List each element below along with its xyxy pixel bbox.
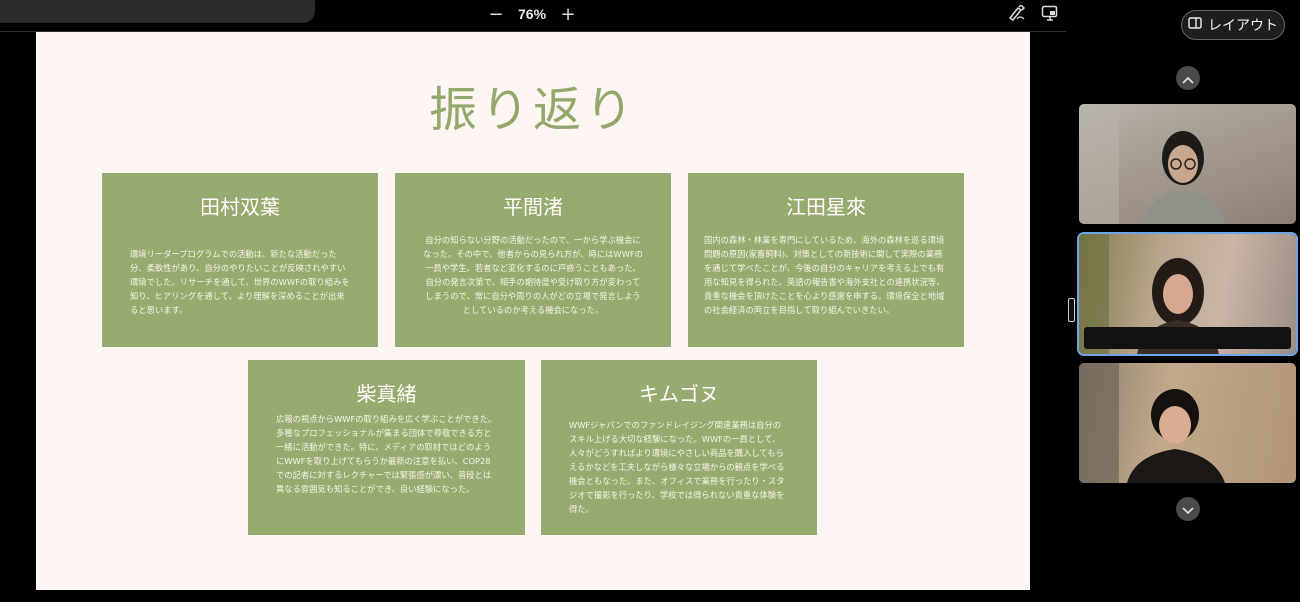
participant-tile[interactable] xyxy=(1079,104,1296,224)
member-comment: 国内の森林・林業を専門にしているため、海外の森林を巡る環境問題の原因(家畜飼料)… xyxy=(704,235,945,315)
zoom-in-button[interactable]: + xyxy=(560,4,576,25)
zoom-out-button[interactable]: − xyxy=(488,4,504,25)
scroll-up-button[interactable] xyxy=(1176,66,1200,90)
layout-icon xyxy=(1188,17,1202,33)
participant-tile[interactable] xyxy=(1079,363,1296,483)
presentation-slide: 振り返り 田村双葉 環境リーダープログラムでの活動は、新たな活動だった分、柔軟性… xyxy=(36,32,1030,590)
member-comment: 環境リーダープログラムでの活動は、新たな活動だった分、柔軟性があり、自分のやりた… xyxy=(130,249,350,315)
member-card: キムゴヌ WWFジャパンでのファンドレイジング関連業務は自分のスキル上げる大切な… xyxy=(541,360,817,535)
member-card: 江田星來 国内の森林・林業を専門にしているため、海外の森林を巡る環境問題の原因(… xyxy=(688,173,964,347)
participant-video xyxy=(1079,363,1296,483)
member-comment: WWFジャパンでのファンドレイジング関連業務は自分のスキル上げる大切な経験になっ… xyxy=(569,420,785,514)
member-name: キムゴヌ xyxy=(639,382,719,406)
chevron-down-icon xyxy=(1182,500,1194,519)
participant-tile-active[interactable] xyxy=(1077,232,1298,356)
member-comment: 自分の知らない分野の活動だったので、一から学ぶ機会になった。その中で、他者からの… xyxy=(423,235,643,315)
participant-name-bar xyxy=(1084,327,1291,349)
member-name: 田村双葉 xyxy=(200,195,280,219)
member-card: 田村双葉 環境リーダープログラムでの活動は、新たな活動だった分、柔軟性があり、自… xyxy=(102,173,378,347)
scroll-down-button[interactable] xyxy=(1176,497,1200,521)
member-name: 柴真緒 xyxy=(356,382,417,406)
participant-video xyxy=(1079,104,1296,224)
screen-share-icon[interactable] xyxy=(1041,5,1059,21)
meeting-info-bar xyxy=(0,0,315,23)
slide-title: 振り返り xyxy=(428,82,637,138)
layout-label: レイアウト xyxy=(1208,18,1278,34)
zoom-controls: − 76% + xyxy=(488,2,576,26)
member-card: 平間渚 自分の知らない分野の活動だったので、一から学ぶ機会になった。その中で、他… xyxy=(395,173,671,347)
zoom-level: 76% xyxy=(518,6,547,22)
pen-icon[interactable] xyxy=(1008,3,1026,22)
member-comment: 広報の視点からWWFの取り組みを広く学ぶことができた。多種なプロフェッショナルが… xyxy=(276,414,497,494)
panel-resize-handle[interactable] xyxy=(1068,298,1075,322)
member-name: 平間渚 xyxy=(503,195,563,219)
chevron-up-icon xyxy=(1182,69,1194,88)
member-name: 江田星來 xyxy=(786,195,866,219)
layout-button[interactable]: レイアウト xyxy=(1181,10,1285,40)
member-card: 柴真緒 広報の視点からWWFの取り組みを広く学ぶことができた。多種なプロフェッシ… xyxy=(248,360,525,535)
